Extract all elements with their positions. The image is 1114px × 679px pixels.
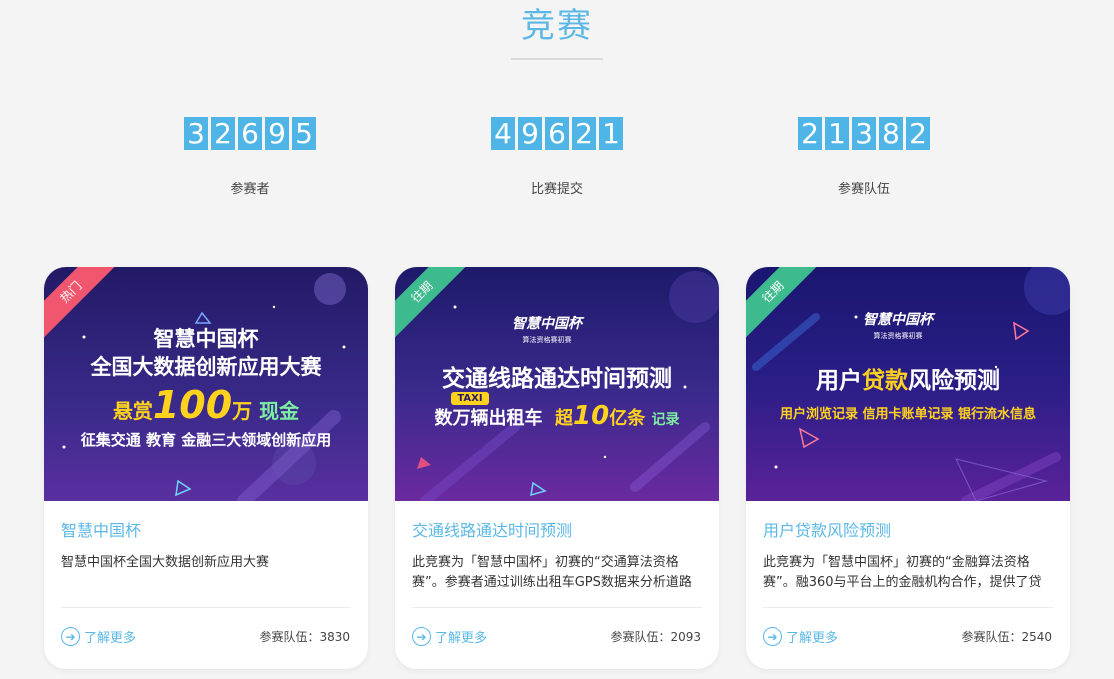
card-banner[interactable]: 往期 智慧中国杯 算法资格赛初赛 用户贷款风险预测 用户浏览记录 信用卡账单记录…: [746, 267, 1070, 501]
learn-more-link[interactable]: ➔ 了解更多: [412, 627, 487, 646]
stat-teams: 2 1 3 8 2 参赛队伍: [764, 117, 964, 197]
team-count: 参赛队伍：3830: [259, 630, 350, 644]
card-banner[interactable]: 热门 智慧中国杯 全国大数据创新应用大赛 悬赏100万 现金 征集交通 教育 金…: [44, 267, 368, 501]
banner-line-4: 征集交通 教育 金融三大领域创新应用: [80, 431, 332, 449]
banner-right-num: 10: [573, 401, 610, 431]
card-title[interactable]: 用户贷款风险预测: [763, 517, 891, 541]
competition-card-smart-china-cup[interactable]: 热门 智慧中国杯 全国大数据创新应用大赛 悬赏100万 现金 征集交通 教育 金…: [44, 267, 368, 669]
banner-logo-sub: 算法资格赛初赛: [873, 332, 923, 340]
reward-unit: 万: [232, 399, 253, 423]
banner-line-1: 智慧中国杯: [153, 327, 259, 351]
digit: 2: [572, 117, 596, 150]
banner-logo-sub: 算法资格赛初赛: [522, 336, 572, 344]
section-title: 竞赛: [521, 6, 593, 46]
digit: 1: [599, 117, 623, 150]
learn-more-link[interactable]: ➔ 了解更多: [61, 627, 136, 646]
learn-more-link[interactable]: ➔ 了解更多: [763, 627, 838, 646]
card-description: 此竞赛为「智慧中国杯」初赛的“金融算法资格赛”。融360与平台上的金融机构合作，…: [763, 555, 1042, 590]
banner-right-pre: 超: [555, 408, 574, 429]
headline-c: 风险预测: [908, 368, 1000, 394]
digit: 6: [238, 117, 262, 150]
title-divider: [511, 58, 603, 60]
digit: 9: [265, 117, 289, 150]
stat-participants: 3 2 6 9 5 参赛者: [150, 117, 350, 197]
card-description: 此竞赛为「智慧中国杯」初赛的“交通算法资格赛”。参赛者通过训练出租车GPS数据来…: [412, 555, 692, 590]
card-divider: [412, 607, 702, 608]
headline-a: 用户: [816, 368, 862, 394]
banner-headline: 交通线路通达时间预测: [442, 366, 672, 392]
card-title[interactable]: 交通线路通达时间预测: [412, 517, 572, 541]
digit: 2: [798, 117, 822, 150]
team-count: 参赛队伍：2093: [610, 630, 701, 644]
arrow-right-circle-icon: ➔: [763, 627, 782, 646]
digit: 9: [518, 117, 542, 150]
digit: 5: [292, 117, 316, 150]
banner-left: 数万辆出租车: [434, 408, 543, 429]
banner-right-tail: 记录: [651, 412, 680, 428]
arrow-right-circle-icon: ➔: [412, 627, 431, 646]
participants-counter: 3 2 6 9 5: [150, 117, 350, 150]
digit: 3: [184, 117, 208, 150]
digit: 4: [491, 117, 515, 150]
team-count: 参赛队伍：2540: [961, 630, 1052, 644]
banner-headline: 用户贷款风险预测: [746, 361, 1070, 395]
competition-card-traffic-prediction[interactable]: 往期 智慧中国杯 算法资格赛初赛 交通线路通达时间预测 TAXI 数万辆出租车 …: [395, 267, 719, 669]
card-divider: [61, 607, 351, 608]
headline-b: 贷款: [862, 368, 908, 394]
stat-label: 比赛提交: [530, 182, 583, 197]
card-description: 智慧中国杯全国大数据创新应用大赛: [61, 555, 270, 570]
digit: 3: [852, 117, 876, 150]
digit: 8: [879, 117, 903, 150]
reward-prefix: 悬赏: [112, 399, 153, 423]
digit: 6: [545, 117, 569, 150]
submissions-counter: 4 9 6 2 1: [457, 117, 657, 150]
digit: 2: [211, 117, 235, 150]
card-banner[interactable]: 往期 智慧中国杯 算法资格赛初赛 交通线路通达时间预测 TAXI 数万辆出租车 …: [395, 267, 719, 501]
banner-line-2: 全国大数据创新应用大赛: [90, 355, 322, 379]
digit: 2: [906, 117, 930, 150]
reward-suffix: 现金: [259, 399, 300, 423]
learn-more-label: 了解更多: [84, 631, 137, 646]
banner-logo: 智慧中国杯: [512, 316, 582, 332]
learn-more-label: 了解更多: [435, 631, 488, 646]
stat-label: 参赛者: [230, 182, 270, 197]
card-title[interactable]: 智慧中国杯: [61, 517, 141, 541]
teams-counter: 2 1 3 8 2: [764, 117, 964, 150]
stat-label: 参赛队伍: [837, 182, 890, 197]
reward-amount: 100: [152, 383, 233, 427]
learn-more-label: 了解更多: [786, 631, 839, 646]
digit: 1: [825, 117, 849, 150]
competition-card-loan-risk[interactable]: 往期 智慧中国杯 算法资格赛初赛 用户贷款风险预测 用户浏览记录 信用卡账单记录…: [746, 267, 1070, 669]
banner-logo: 智慧中国杯: [863, 312, 933, 328]
banner-sub: 用户浏览记录 信用卡账单记录 银行流水信息: [779, 407, 1037, 422]
arrow-right-circle-icon: ➔: [61, 627, 80, 646]
card-divider: [763, 607, 1053, 608]
banner-right-unit: 亿条: [609, 408, 646, 429]
stat-submissions: 4 9 6 2 1 比赛提交: [457, 117, 657, 197]
banner-reward: 悬赏100万 现金: [44, 383, 368, 427]
banner-stats: 数万辆出租车 超10亿条 记录: [395, 401, 719, 431]
